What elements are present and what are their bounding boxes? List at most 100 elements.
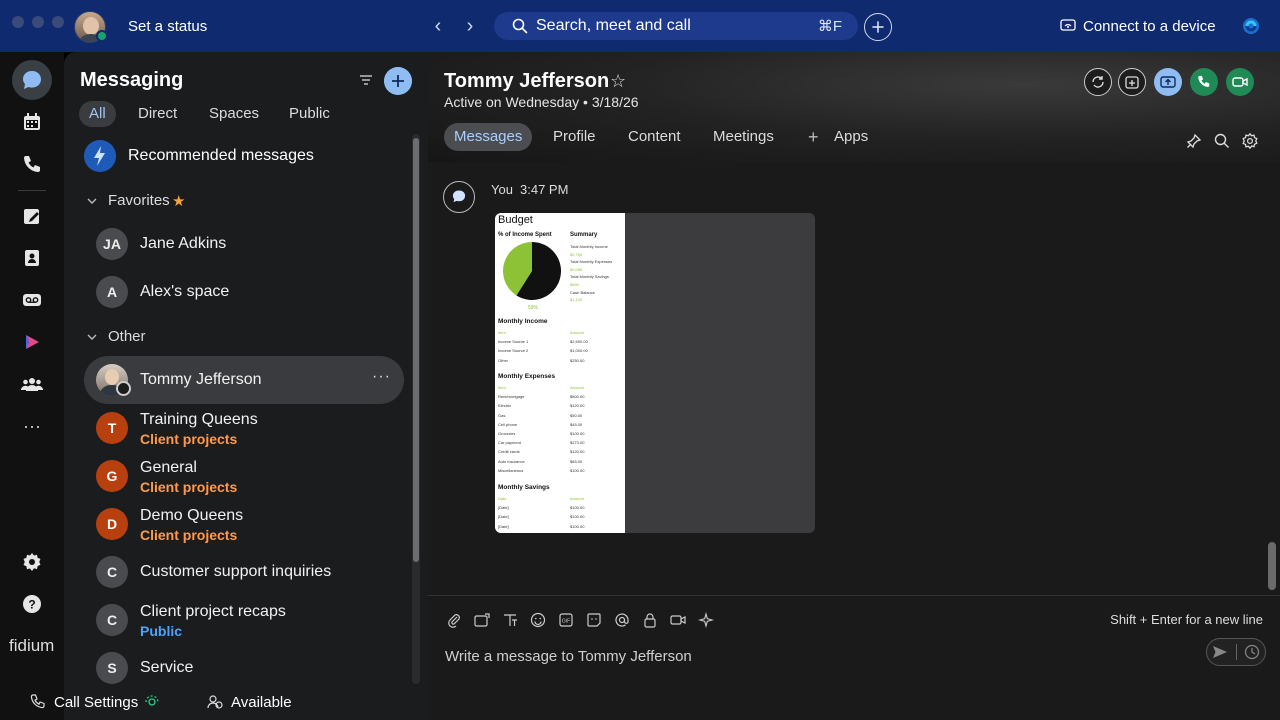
- video-call-button[interactable]: [1226, 68, 1254, 96]
- connect-device-icon: [1060, 19, 1076, 31]
- conversation-title: Tommy Jefferson: [444, 70, 610, 92]
- set-status-button[interactable]: Set a status: [128, 18, 207, 35]
- gif-icon[interactable]: GIF: [558, 612, 574, 628]
- window-zoom-button[interactable]: [52, 16, 64, 28]
- availability-status-button[interactable]: Available: [231, 694, 292, 711]
- ai-assistant-icon[interactable]: [698, 612, 714, 628]
- window-close-button[interactable]: [12, 16, 24, 28]
- emoji-icon[interactable]: [530, 612, 546, 628]
- voicemail-icon[interactable]: [16, 284, 48, 316]
- tab-spaces[interactable]: Spaces: [199, 101, 269, 127]
- pin-icon[interactable]: [1186, 133, 1202, 149]
- list-item-training-queens[interactable]: Training Queens: [140, 411, 258, 429]
- tab-meetings[interactable]: Meetings: [703, 123, 784, 151]
- list-item-service[interactable]: Service: [140, 659, 193, 677]
- tab-public[interactable]: Public: [279, 101, 340, 127]
- more-options-icon[interactable]: ···: [372, 368, 391, 386]
- schedule-meeting-button[interactable]: [1118, 68, 1146, 96]
- availability-icon[interactable]: [207, 694, 223, 710]
- video-camera-icon: [1232, 77, 1248, 87]
- connect-to-device-button[interactable]: Connect to a device: [1083, 18, 1216, 35]
- favorites-section-label[interactable]: Favorites: [108, 192, 170, 209]
- schedule-send-clock-icon[interactable]: [1244, 644, 1260, 660]
- image-attachment[interactable]: Budget % of Income Spent Summary 59% Mon…: [495, 213, 815, 533]
- add-app-plus-icon[interactable]: +: [808, 128, 819, 146]
- presence-available-icon: [96, 30, 108, 42]
- teams-icon[interactable]: [16, 368, 48, 400]
- chevron-down-icon[interactable]: [86, 331, 98, 343]
- list-item-general[interactable]: General: [140, 459, 197, 477]
- expense-row-amount: $45.00: [570, 421, 583, 427]
- calendar-icon[interactable]: [16, 106, 48, 138]
- webex-apps-icon[interactable]: [16, 326, 48, 358]
- help-icon[interactable]: ?: [16, 588, 48, 620]
- settings-icon[interactable]: [16, 546, 48, 578]
- recommended-messages-item[interactable]: Recommended messages: [128, 147, 314, 165]
- search-bar[interactable]: Search, meet and call ⌘F: [494, 12, 858, 40]
- list-item-jane-adkins[interactable]: Jane Adkins: [140, 235, 226, 253]
- call-settings-button[interactable]: Call Settings: [54, 694, 138, 711]
- income-row-amount: $250.00: [570, 357, 585, 363]
- list-item-subtitle: Client projects: [140, 527, 238, 543]
- expense-row-label: Electric: [498, 403, 512, 409]
- window-minimize-button[interactable]: [32, 16, 44, 28]
- sync-icon: [1092, 76, 1104, 88]
- mention-icon[interactable]: [614, 612, 630, 628]
- sticker-icon[interactable]: [586, 612, 602, 628]
- messaging-icon[interactable]: [16, 64, 48, 96]
- video-message-icon[interactable]: [670, 612, 686, 628]
- start-meeting-button[interactable]: [1084, 68, 1112, 96]
- more-icon[interactable]: ···: [16, 410, 48, 442]
- tab-all[interactable]: All: [79, 101, 116, 127]
- search-conversation-icon[interactable]: [1214, 133, 1230, 149]
- message-input[interactable]: Write a message to Tommy Jefferson: [445, 648, 692, 665]
- secure-message-icon[interactable]: [642, 612, 658, 628]
- tab-direct[interactable]: Direct: [128, 101, 187, 127]
- summary-cell: Total Monthly Income: [570, 244, 608, 249]
- whiteboard-icon[interactable]: [16, 200, 48, 232]
- savings-row-amount: $100.00: [570, 523, 585, 529]
- list-item-client-project-recaps[interactable]: Client project recaps: [140, 603, 286, 621]
- favorite-star-outline-icon[interactable]: ☆: [610, 71, 626, 92]
- message-timestamp: 3:47 PM: [520, 182, 569, 197]
- rail-divider: [18, 190, 46, 191]
- send-icon[interactable]: [1212, 644, 1228, 660]
- forward-arrow-icon[interactable]: ›: [460, 14, 480, 38]
- contacts-icon[interactable]: [16, 242, 48, 274]
- audio-call-button[interactable]: [1190, 68, 1218, 96]
- screenshot-icon[interactable]: [474, 612, 490, 628]
- chevron-down-icon[interactable]: [86, 195, 98, 207]
- composer-hint: Shift + Enter for a new line: [1110, 612, 1263, 627]
- expense-row-label: Cell phone: [498, 421, 518, 427]
- message-scrollbar-thumb[interactable]: [1268, 542, 1276, 590]
- avatar: C: [96, 604, 128, 636]
- summary-cell: Cash Balance: [570, 289, 595, 295]
- tab-messages[interactable]: Messages: [444, 123, 533, 151]
- tab-apps[interactable]: Apps: [824, 123, 878, 151]
- list-item-tommy-jefferson[interactable]: Tommy Jefferson: [140, 371, 262, 389]
- attach-file-icon[interactable]: [446, 612, 462, 628]
- filter-icon[interactable]: [358, 72, 374, 88]
- new-space-plus-icon[interactable]: [384, 67, 412, 95]
- list-scrollbar-thumb[interactable]: [413, 138, 419, 562]
- savings-title: Monthly Savings: [498, 484, 550, 491]
- list-item-demo-queens[interactable]: Demo Queens: [140, 507, 243, 525]
- list-item-alexs-space[interactable]: Alex's space: [140, 283, 229, 301]
- conversation-settings-icon[interactable]: [1242, 133, 1258, 149]
- svg-text:?: ?: [28, 598, 35, 612]
- headset-status-icon: [145, 695, 159, 706]
- back-arrow-icon[interactable]: ‹: [428, 14, 448, 38]
- tab-profile[interactable]: Profile: [543, 123, 606, 151]
- list-item-customer-support[interactable]: Customer support inquiries: [140, 563, 331, 581]
- summary-cell: $690: [570, 282, 579, 287]
- calls-icon[interactable]: [16, 148, 48, 180]
- expense-row-amount: $120.00: [570, 403, 585, 409]
- share-screen-button[interactable]: [1154, 68, 1182, 96]
- lightning-icon: [84, 140, 116, 172]
- income-row-amount: $1,000.00: [570, 348, 588, 354]
- new-action-plus-icon[interactable]: [864, 13, 892, 41]
- call-settings-icon[interactable]: [30, 694, 46, 710]
- text-format-icon[interactable]: [502, 612, 518, 628]
- tab-content[interactable]: Content: [618, 123, 691, 151]
- other-section-label[interactable]: Other: [108, 328, 146, 345]
